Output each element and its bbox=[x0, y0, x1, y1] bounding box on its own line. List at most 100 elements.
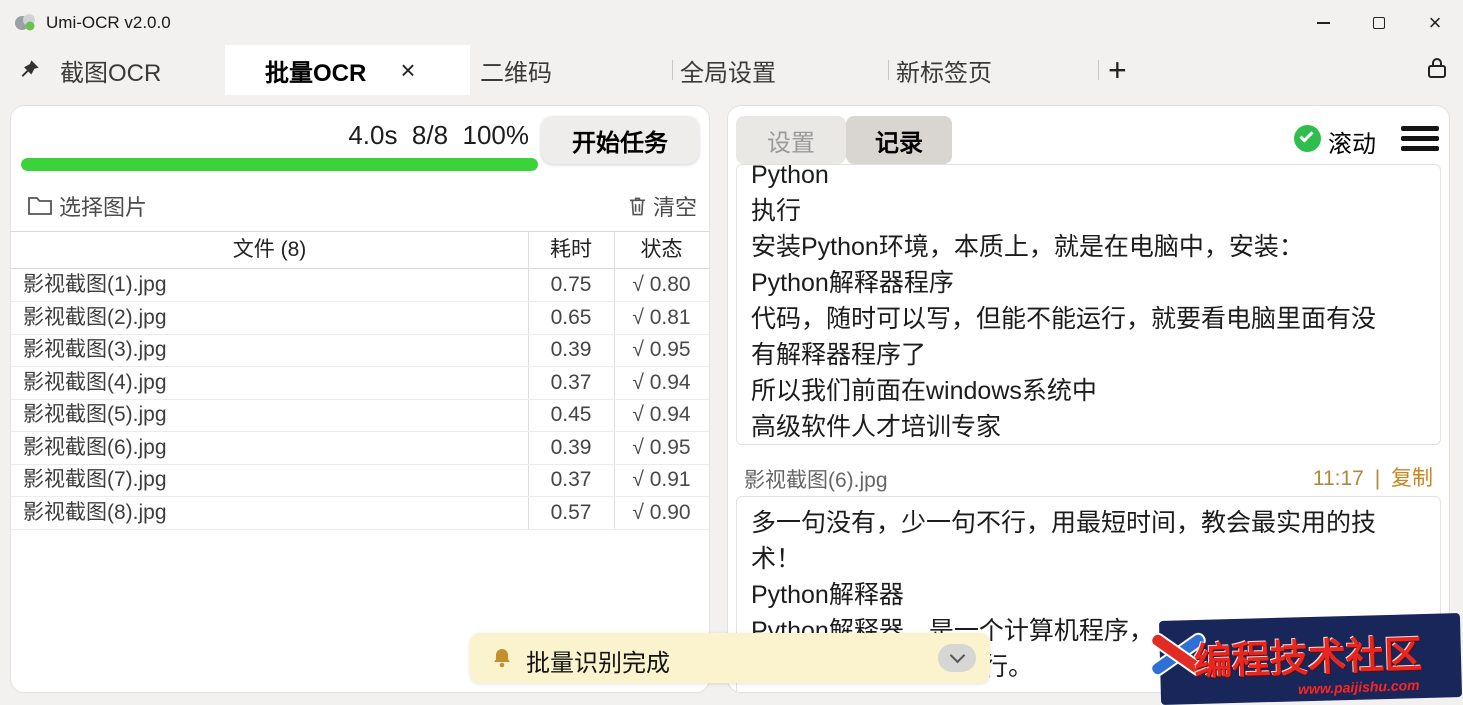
scroll-toggle-label: 滚动 bbox=[1328, 124, 1376, 159]
bell-icon bbox=[490, 646, 514, 675]
table-row[interactable]: 影视截图(1).jpg 0.75 √ 0.80 bbox=[11, 269, 709, 302]
chevron-down-icon bbox=[949, 648, 965, 664]
add-tab-button[interactable]: + bbox=[1108, 45, 1127, 95]
record-filename: 影视截图(6).jpg bbox=[744, 464, 888, 494]
file-name: 影视截图(5).jpg bbox=[23, 399, 167, 431]
ocr-text-line: 安装Python环境，本质上，就是在电脑中，安装： bbox=[751, 229, 1426, 265]
file-name: 影视截图(1).jpg bbox=[23, 269, 167, 301]
file-toolbar: 选择图片 清空 bbox=[11, 186, 709, 226]
copy-link[interactable]: 复制 bbox=[1391, 467, 1433, 490]
file-name: 影视截图(7).jpg bbox=[23, 464, 167, 496]
app-icon bbox=[14, 11, 36, 33]
notification-message: 批量识别完成 bbox=[526, 643, 670, 678]
ocr-text-line: 术！ bbox=[751, 541, 1426, 577]
ocr-text-line: 所以我们前面在windows系统中 bbox=[751, 373, 1426, 409]
file-name: 影视截图(3).jpg bbox=[23, 334, 167, 366]
progress-summary: 4.0s 8/8 100% bbox=[348, 120, 529, 151]
maximize-icon bbox=[1373, 17, 1385, 29]
file-time: 0.75 bbox=[528, 269, 614, 301]
file-time: 0.37 bbox=[528, 464, 614, 496]
ocr-text-line: Python解释器程序 bbox=[751, 265, 1426, 301]
tab-screenshot-ocr[interactable]: 截图OCR bbox=[60, 45, 161, 95]
file-status: √ 0.95 bbox=[614, 334, 709, 366]
ocr-text-line: 执行 bbox=[751, 193, 1426, 229]
notification-toast: 批量识别完成 bbox=[470, 633, 990, 683]
ocr-text-line: 代码，随时可以写，但能不能运行，就要看电脑里面有没 bbox=[751, 301, 1426, 337]
file-time: 0.65 bbox=[528, 302, 614, 334]
clear-list-button[interactable]: 清空 bbox=[628, 190, 697, 222]
tab-separator bbox=[1098, 60, 1099, 80]
table-row[interactable]: 影视截图(3).jpg 0.39 √ 0.95 bbox=[11, 334, 709, 367]
file-status: √ 0.94 bbox=[614, 367, 709, 399]
minimize-button[interactable] bbox=[1295, 0, 1351, 45]
file-time: 0.39 bbox=[528, 334, 614, 366]
table-row[interactable]: 影视截图(5).jpg 0.45 √ 0.94 bbox=[11, 399, 709, 432]
file-status: √ 0.91 bbox=[614, 464, 709, 496]
file-table-header: 文件 (8) 耗时 状态 bbox=[11, 231, 709, 269]
pin-icon[interactable] bbox=[18, 58, 41, 86]
window-title: Umi-OCR v2.0.0 bbox=[46, 0, 171, 45]
start-task-button[interactable]: 开始任务 bbox=[541, 116, 699, 164]
file-time: 0.45 bbox=[528, 399, 614, 431]
ocr-text-line: 高级软件人才培训专家 bbox=[751, 409, 1426, 445]
file-name: 影视截图(4).jpg bbox=[23, 367, 167, 399]
ocr-text-line: 多一句没有，少一句不行，用最短时间，教会最实用的技 bbox=[751, 505, 1426, 541]
progress-bar bbox=[21, 158, 538, 171]
tab-batch-ocr-label: 批量OCR bbox=[265, 53, 366, 88]
tab-settings[interactable]: 设置 bbox=[736, 116, 846, 164]
ocr-text-line: Python bbox=[751, 164, 1426, 193]
tab-records[interactable]: 记录 bbox=[846, 116, 952, 164]
tab-separator bbox=[672, 60, 673, 80]
column-header-file: 文件 (8) bbox=[11, 232, 528, 268]
records-panel: 设置 记录 滚动 Python 执行 安装Python环境，本质上，就是在电脑中… bbox=[727, 105, 1450, 693]
select-images-button[interactable]: 选择图片 bbox=[59, 190, 147, 222]
record-time: 11:17 bbox=[1313, 467, 1364, 490]
file-status: √ 0.81 bbox=[614, 302, 709, 334]
file-status: √ 0.95 bbox=[614, 432, 709, 464]
table-row[interactable]: 影视截图(4).jpg 0.37 √ 0.94 bbox=[11, 367, 709, 400]
close-icon: × bbox=[1429, 12, 1442, 34]
ocr-text-line: Python解释器 bbox=[751, 577, 1426, 613]
column-header-time: 耗时 bbox=[528, 232, 614, 268]
file-name: 影视截图(6).jpg bbox=[23, 432, 167, 464]
trash-icon bbox=[628, 195, 647, 217]
maximize-button[interactable] bbox=[1351, 0, 1407, 45]
column-header-status: 状态 bbox=[614, 232, 709, 268]
file-status: √ 0.94 bbox=[614, 399, 709, 431]
tab-bar: 截图OCR 批量OCR × 二维码 全局设置 新标签页 + bbox=[0, 45, 1463, 95]
menu-icon[interactable] bbox=[1401, 126, 1439, 152]
record-header: 影视截图(6).jpg 11:17 | 复制 bbox=[728, 456, 1449, 494]
batch-ocr-panel: 4.0s 8/8 100% 开始任务 选择图片 清空 文件 (8) 耗时 状态 … bbox=[10, 105, 710, 693]
tab-qrcode[interactable]: 二维码 bbox=[480, 45, 552, 95]
window-controls: × bbox=[1295, 0, 1463, 45]
ocr-text-line: 有解释器程序了 bbox=[751, 337, 1426, 373]
file-time: 0.37 bbox=[528, 367, 614, 399]
table-row[interactable]: 影视截图(2).jpg 0.65 √ 0.81 bbox=[11, 302, 709, 335]
table-row[interactable]: 影视截图(7).jpg 0.37 √ 0.91 bbox=[11, 464, 709, 497]
tab-separator bbox=[888, 60, 889, 80]
check-icon bbox=[1299, 128, 1313, 142]
file-status: √ 0.80 bbox=[614, 269, 709, 301]
scroll-toggle-checkbox[interactable] bbox=[1294, 125, 1321, 152]
file-status: √ 0.90 bbox=[614, 497, 709, 529]
meta-separator: | bbox=[1375, 467, 1380, 490]
file-time: 0.39 bbox=[528, 432, 614, 464]
table-row[interactable]: 影视截图(6).jpg 0.39 √ 0.95 bbox=[11, 432, 709, 465]
close-button[interactable]: × bbox=[1407, 0, 1463, 45]
lock-icon[interactable] bbox=[1427, 56, 1447, 85]
file-name: 影视截图(8).jpg bbox=[23, 497, 167, 529]
minimize-icon bbox=[1317, 22, 1330, 24]
tab-global-settings[interactable]: 全局设置 bbox=[680, 45, 776, 95]
tab-batch-ocr[interactable]: 批量OCR × bbox=[225, 45, 470, 95]
file-time: 0.57 bbox=[528, 497, 614, 529]
notification-collapse-button[interactable] bbox=[938, 644, 976, 672]
title-bar: Umi-OCR v2.0.0 × bbox=[0, 0, 1463, 45]
file-name: 影视截图(2).jpg bbox=[23, 302, 167, 334]
tab-close-icon[interactable]: × bbox=[400, 57, 415, 83]
table-row[interactable]: 影视截图(8).jpg 0.57 √ 0.90 bbox=[11, 497, 709, 530]
ocr-result-block: Python 执行 安装Python环境，本质上，就是在电脑中，安装： Pyth… bbox=[736, 164, 1441, 445]
progress-bar-fill bbox=[21, 158, 538, 171]
record-meta: 11:17 | 复制 bbox=[1313, 462, 1433, 492]
tab-new-page[interactable]: 新标签页 bbox=[896, 45, 992, 95]
folder-icon bbox=[27, 194, 53, 221]
